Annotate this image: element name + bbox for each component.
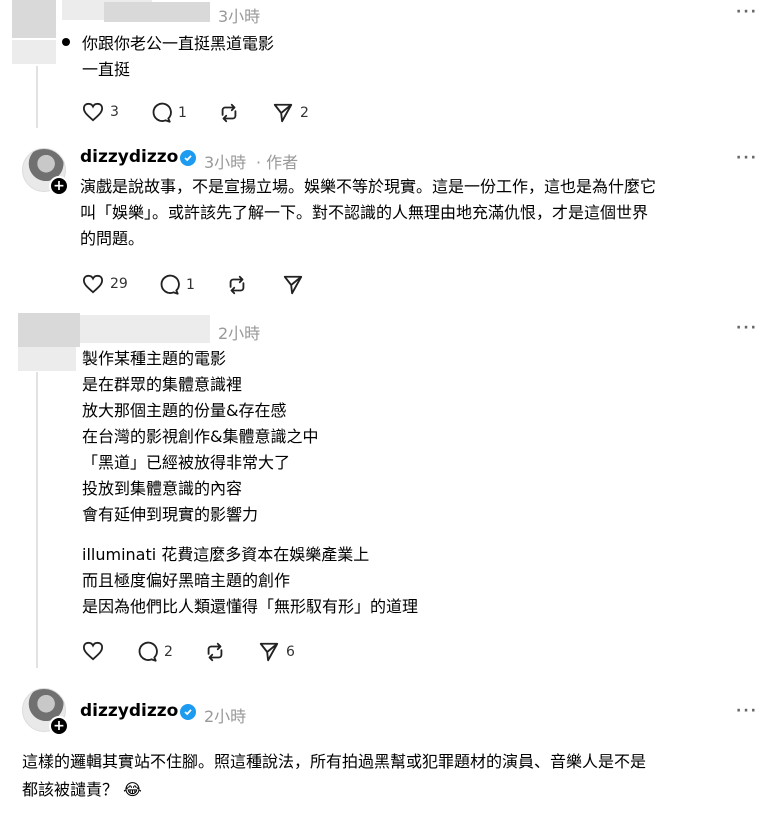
like-count: 3 bbox=[110, 104, 119, 120]
post-body: 製作某種主題的電影 是在群眾的集體意識裡 放大那個主題的份量&存在感 在台灣的影… bbox=[82, 346, 318, 528]
reply-button[interactable]: 1 bbox=[150, 102, 187, 124]
bullet-dot bbox=[62, 38, 70, 46]
username[interactable]: dizzydizzo bbox=[80, 147, 178, 167]
share-icon bbox=[272, 102, 294, 124]
repost-button[interactable] bbox=[226, 274, 248, 296]
share-count: 6 bbox=[286, 644, 295, 660]
comment-icon bbox=[150, 102, 172, 124]
reply-button[interactable]: 2 bbox=[136, 641, 173, 663]
heart-icon bbox=[82, 102, 104, 122]
share-button[interactable]: 6 bbox=[258, 641, 295, 663]
username-blurred-2 bbox=[104, 2, 210, 22]
reply-count: 1 bbox=[178, 105, 187, 121]
post-line: illuminati 花費這麼多資本在娛樂產業上 bbox=[82, 545, 370, 564]
post-line: 是因為他們比人類還懂得「無形馭有形」的道理 bbox=[82, 597, 419, 616]
more-icon[interactable]: ··· bbox=[736, 320, 758, 336]
repost-button[interactable] bbox=[204, 641, 226, 663]
post-line: 一直挺 bbox=[82, 60, 131, 79]
post-line: 叫「娛樂」。或許該先了解一下。對不認識的人無理由地充滿仇恨，才是這個世界 bbox=[80, 203, 649, 222]
share-icon bbox=[258, 641, 280, 663]
like-button[interactable]: 29 bbox=[82, 274, 128, 294]
comment-icon bbox=[158, 274, 180, 296]
post-time: 2小時 bbox=[204, 707, 247, 726]
post-time: 3小時 bbox=[204, 153, 247, 172]
reply-count: 1 bbox=[186, 277, 195, 293]
verified-icon bbox=[180, 150, 196, 166]
reply-button[interactable]: 1 bbox=[158, 274, 195, 296]
avatar-blurred-bottom bbox=[12, 40, 56, 64]
post-body: 這樣的邏輯其實站不住腳。照這種說法，所有拍過黑幫或犯罪題材的演員、音樂人是不是 … bbox=[22, 749, 646, 803]
share-button[interactable]: 2 bbox=[272, 102, 309, 124]
post-time: 3小時 bbox=[218, 7, 261, 26]
avatar-blurred[interactable] bbox=[18, 313, 56, 347]
post-body-paragraph-2: illuminati 花費這麼多資本在娛樂產業上 而且極度偏好黑暗主題的創作 是… bbox=[82, 542, 418, 620]
repost-icon bbox=[204, 641, 226, 663]
follow-plus-icon[interactable]: + bbox=[49, 176, 69, 196]
post-line: 在台灣的影視創作&集體意識之中 bbox=[82, 427, 319, 446]
post-line: 你跟你老公一直挺黑道電影 bbox=[82, 34, 275, 53]
post-line: 製作某種主題的電影 bbox=[82, 349, 227, 368]
like-button[interactable] bbox=[82, 641, 104, 661]
avatar-blurred[interactable] bbox=[12, 0, 56, 38]
repost-button[interactable] bbox=[218, 102, 240, 124]
share-icon bbox=[282, 274, 304, 296]
post-line: 的問題。 bbox=[80, 229, 145, 248]
share-count: 2 bbox=[300, 105, 309, 121]
heart-icon bbox=[82, 274, 104, 294]
post-line: 而且極度偏好黑暗主題的創作 bbox=[82, 571, 291, 590]
post-line: 投放到集體意識的內容 bbox=[82, 479, 243, 498]
comment-icon bbox=[136, 641, 158, 663]
repost-icon bbox=[226, 274, 248, 296]
like-button[interactable]: 3 bbox=[82, 102, 119, 122]
author-tag: · 作者 bbox=[256, 153, 299, 172]
more-icon[interactable]: ··· bbox=[736, 703, 758, 719]
post-time: 2小時 bbox=[218, 324, 261, 343]
reply-count: 2 bbox=[164, 644, 173, 660]
verified-icon bbox=[180, 704, 196, 720]
post-line: 演戲是說故事，不是宣揚立場。娛樂不等於現實。這是一份工作，這也是為什麼它 bbox=[80, 177, 657, 196]
share-button[interactable] bbox=[282, 274, 304, 296]
post-line: 都該被譴責？ 😂 bbox=[22, 780, 142, 799]
post-line: 放大那個主題的份量&存在感 bbox=[82, 401, 287, 420]
more-icon[interactable]: ··· bbox=[736, 4, 758, 20]
username-blurred-2 bbox=[80, 315, 210, 343]
thread-line bbox=[36, 372, 38, 668]
post-line: 「黑道」已經被放得非常大了 bbox=[82, 453, 291, 472]
post-line: 這樣的邏輯其實站不住腳。照這種說法，所有拍過黑幫或犯罪題材的演員、音樂人是不是 bbox=[22, 752, 647, 771]
post-line: 會有延伸到現實的影響力 bbox=[82, 505, 259, 524]
avatar-blurred-bottom bbox=[18, 347, 76, 371]
post-body: 演戲是說故事，不是宣揚立場。娛樂不等於現實。這是一份工作，這也是為什麼它 叫「娛… bbox=[80, 174, 656, 252]
post-line: 是在群眾的集體意識裡 bbox=[82, 375, 243, 394]
follow-plus-icon[interactable]: + bbox=[49, 716, 69, 736]
username-blurred[interactable] bbox=[56, 313, 80, 347]
like-count: 29 bbox=[110, 276, 128, 292]
username[interactable]: dizzydizzo bbox=[80, 701, 178, 721]
heart-icon bbox=[82, 641, 104, 661]
repost-icon bbox=[218, 102, 240, 124]
thread-line bbox=[36, 66, 38, 128]
more-icon[interactable]: ··· bbox=[736, 150, 758, 166]
post-body: 你跟你老公一直挺黑道電影 一直挺 bbox=[82, 31, 274, 83]
